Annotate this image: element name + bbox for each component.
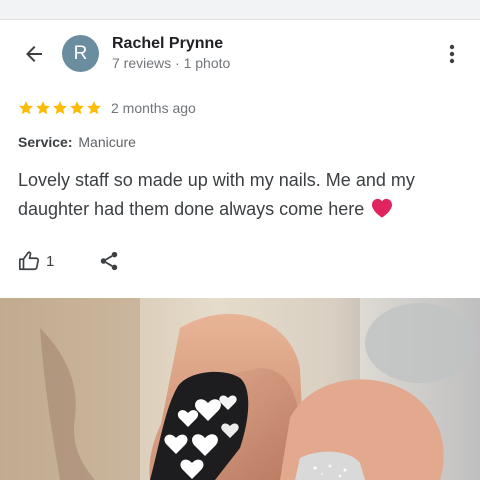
more-vert-icon (449, 44, 455, 64)
meta-separator: · (171, 55, 184, 71)
review-text-block: Lovely staff so made up with my nails. M… (18, 166, 458, 224)
arrow-back-icon (26, 46, 42, 62)
rating-row: 2 months ago (18, 98, 196, 118)
like-count: 1 (46, 252, 55, 270)
nail-photo-image (0, 298, 480, 480)
review-time: 2 months ago (111, 100, 196, 116)
service-line: Service: Manicure (18, 134, 136, 150)
like-button[interactable]: 1 (18, 250, 54, 272)
review-actions: 1 (18, 247, 120, 275)
review-header: R Rachel Prynne 7 reviews · 1 photo (0, 20, 480, 88)
reviewer-meta: 7 reviews · 1 photo (112, 55, 230, 71)
service-label: Service: (18, 134, 73, 150)
red-heart-emoji (372, 198, 393, 218)
share-button[interactable] (98, 250, 120, 272)
avatar-initial: R (73, 42, 88, 64)
review-count: 7 reviews (112, 55, 172, 71)
review-text: Lovely staff so made up with my nails. M… (18, 170, 415, 219)
share-icon (101, 251, 118, 271)
review-photo[interactable] (0, 298, 480, 480)
more-options-button[interactable] (436, 36, 468, 72)
star-rating (18, 100, 102, 116)
reviewer-name[interactable]: Rachel Prynne (112, 35, 223, 53)
service-value: Manicure (78, 134, 136, 150)
star-icon (53, 101, 67, 115)
star-icon (36, 101, 50, 115)
star-icon (19, 101, 33, 115)
back-button[interactable] (16, 36, 52, 72)
thumb-up-icon (19, 251, 39, 271)
star-icon (70, 101, 84, 115)
top-strip (0, 0, 480, 20)
star-icon (87, 101, 101, 115)
photo-count: 1 photo (183, 55, 231, 71)
avatar[interactable]: R (62, 35, 99, 72)
